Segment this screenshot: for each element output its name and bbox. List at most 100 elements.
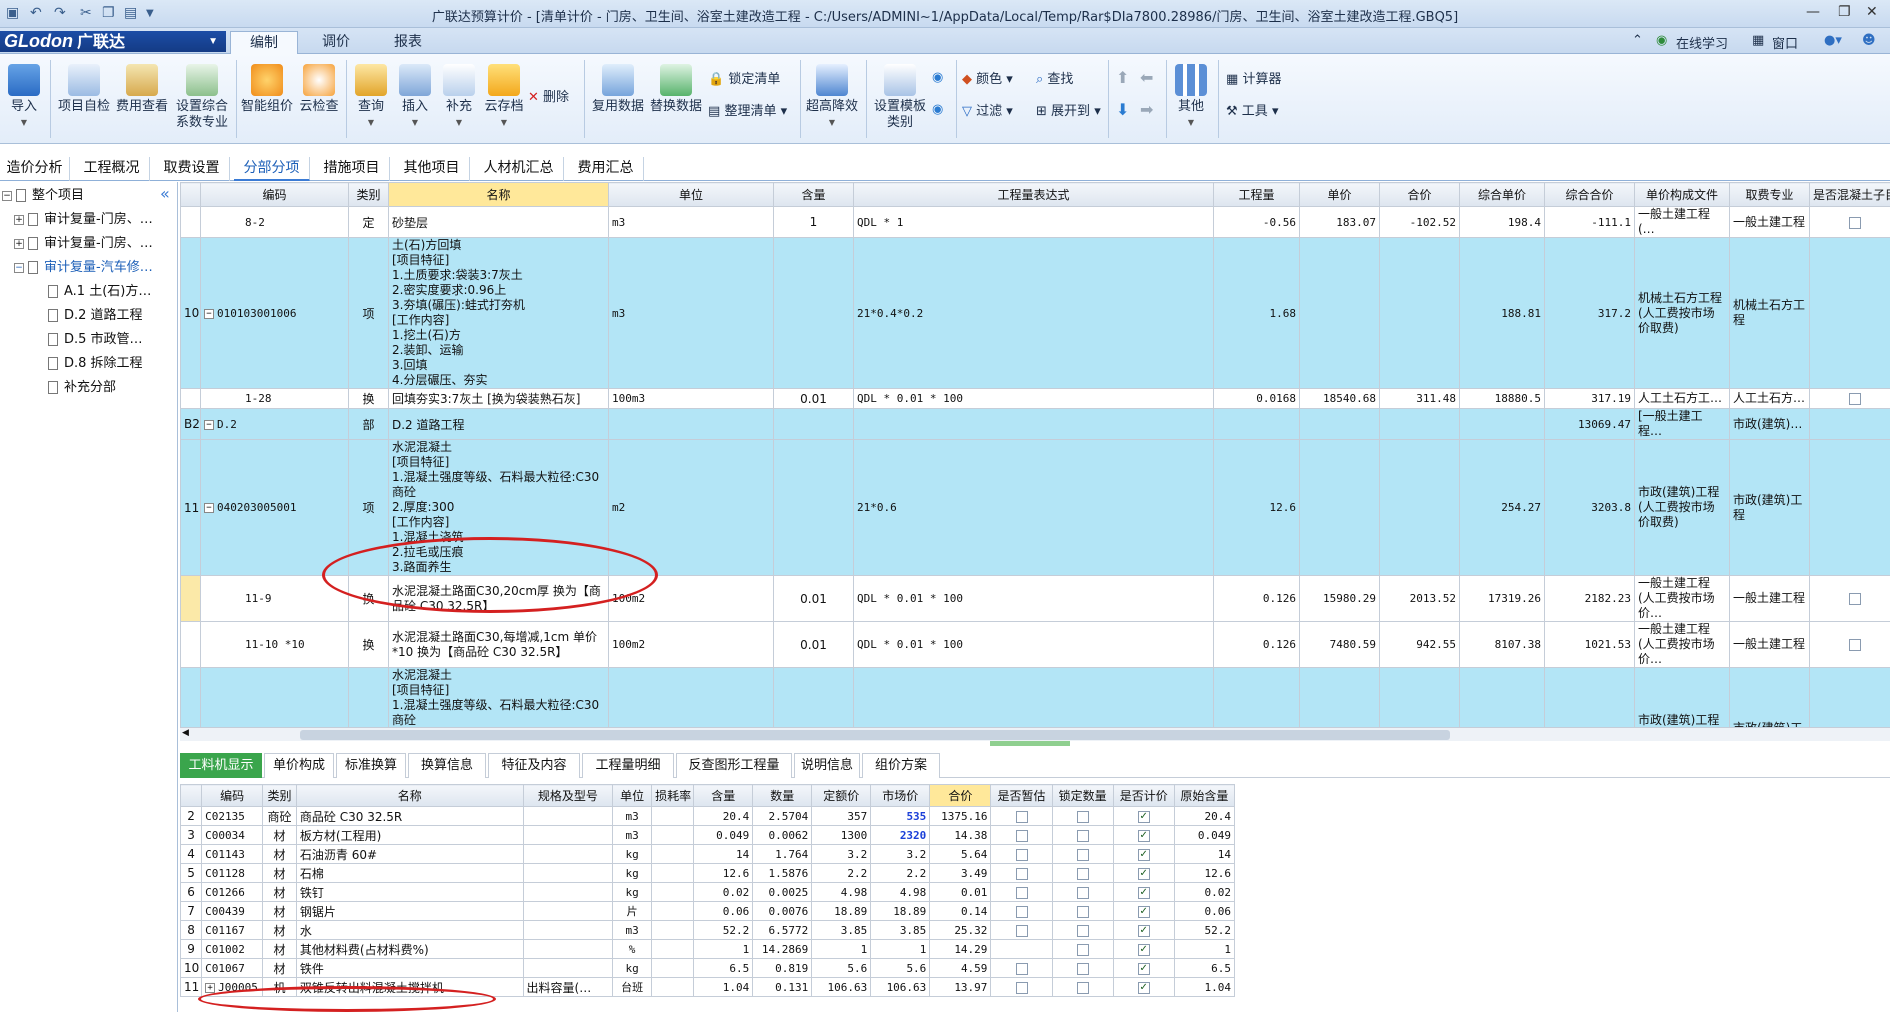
- fee-view-button[interactable]: 费用查看: [114, 64, 170, 115]
- cell-unit_total[interactable]: 17319.26: [1459, 575, 1545, 622]
- over-height-button[interactable]: 超高降效 ▼: [804, 64, 860, 131]
- col-header-name[interactable]: 名称: [388, 182, 609, 207]
- cell-type[interactable]: 材: [262, 825, 297, 845]
- bottom-col-header[interactable]: 市场价: [870, 784, 931, 807]
- cell-name[interactable]: 石油沥青 60#: [295, 844, 524, 864]
- cell-sum[interactable]: 13069.47: [1544, 408, 1635, 440]
- cell-total[interactable]: 311.48: [1379, 388, 1460, 409]
- insert-button[interactable]: 插入 ▼: [394, 64, 436, 131]
- cell-qty[interactable]: 1.5876: [752, 863, 813, 883]
- expand-icon[interactable]: +: [14, 238, 24, 249]
- cell-prof[interactable]: 机械土石方工程: [1729, 237, 1810, 389]
- cell-quota[interactable]: 1300: [811, 825, 872, 845]
- cell-orig-content[interactable]: 0.06: [1173, 901, 1235, 921]
- cell-total[interactable]: -102.52: [1379, 206, 1460, 238]
- checkbox[interactable]: [1015, 810, 1028, 823]
- cell-quota[interactable]: 2.2: [811, 863, 872, 883]
- cell-qty[interactable]: 19.2: [1213, 667, 1300, 727]
- cell-sum[interactable]: 2182.23: [1544, 575, 1635, 622]
- col-header-composite-unit-price[interactable]: 综合单价: [1459, 182, 1545, 207]
- cell-no[interactable]: [180, 388, 201, 409]
- cell-market[interactable]: 106.63: [870, 977, 931, 997]
- cell-type[interactable]: 定: [348, 206, 389, 238]
- checkbox[interactable]: [1076, 981, 1089, 994]
- checkbox[interactable]: ✓: [1137, 886, 1150, 899]
- cell-content[interactable]: 1.04: [693, 977, 754, 997]
- cell-lock-qty[interactable]: [1051, 901, 1114, 921]
- bottom-col-header[interactable]: 是否暂估: [990, 784, 1053, 807]
- cell-expr[interactable]: 32*0.6: [853, 667, 1214, 727]
- cell-total[interactable]: 25.32: [929, 920, 992, 940]
- cell-total[interactable]: [1379, 408, 1460, 440]
- cell-orig-content[interactable]: 20.4: [1173, 806, 1235, 826]
- cell-prof[interactable]: 市政(建筑)工程: [1729, 439, 1810, 576]
- cell-lock-qty[interactable]: [1051, 882, 1114, 902]
- cell-orig-content[interactable]: 14: [1173, 844, 1235, 864]
- collapse-icon[interactable]: −: [204, 503, 214, 513]
- cell-prof[interactable]: 市政(建筑)工程: [1729, 667, 1810, 727]
- cell-total[interactable]: [1379, 439, 1460, 576]
- cell-unit[interactable]: m3: [612, 920, 653, 940]
- checkbox[interactable]: ✓: [1137, 829, 1150, 842]
- cell-price[interactable]: 18540.68: [1299, 388, 1380, 409]
- cell-total[interactable]: 1375.16: [929, 806, 992, 826]
- tab-description[interactable]: 说明信息: [794, 753, 860, 778]
- cell-code[interactable]: C01266: [201, 882, 264, 902]
- tab-pricing-plan[interactable]: 组价方案: [862, 753, 940, 778]
- tree-child[interactable]: D.5 市政管…: [48, 330, 143, 350]
- cell-prof[interactable]: 一般土建工程: [1729, 621, 1810, 668]
- cell-unit[interactable]: kg: [612, 863, 653, 883]
- cell-content[interactable]: [773, 408, 854, 440]
- cell-code[interactable]: C01002: [201, 939, 264, 959]
- checkbox[interactable]: [1015, 829, 1028, 842]
- cell-code[interactable]: C01167: [201, 920, 264, 940]
- tab-standard-conversion[interactable]: 标准换算: [336, 753, 406, 778]
- close-icon[interactable]: ✕: [1866, 4, 1878, 20]
- bottom-col-header[interactable]: 规格及型号: [522, 784, 614, 807]
- checkbox[interactable]: [1076, 943, 1089, 956]
- collapse-icon[interactable]: −: [204, 419, 214, 430]
- cell-estimated[interactable]: [990, 844, 1053, 864]
- cell-qty[interactable]: 6.5772: [752, 920, 813, 940]
- cell-loss[interactable]: [651, 977, 695, 997]
- set-fee-coefficient-button[interactable]: 设置综合 系数专业: [172, 64, 232, 131]
- cell-total[interactable]: 2013.52: [1379, 575, 1460, 622]
- col-header-type[interactable]: 类别: [348, 182, 389, 207]
- cell-priced[interactable]: ✓: [1112, 844, 1175, 864]
- cell-spec[interactable]: [522, 806, 614, 826]
- checkbox[interactable]: [1015, 867, 1028, 880]
- cell-name[interactable]: 砂垫层: [388, 206, 609, 238]
- cell-market[interactable]: 3.85: [870, 920, 931, 940]
- checkbox[interactable]: ✓: [1137, 848, 1150, 861]
- cell-market[interactable]: 2.2: [870, 863, 931, 883]
- cell-no[interactable]: 10: [180, 237, 201, 389]
- cell-spec[interactable]: [522, 882, 614, 902]
- checkbox[interactable]: ✓: [1137, 810, 1150, 823]
- bottom-col-header[interactable]: 数量: [752, 784, 813, 807]
- cell-price[interactable]: 15980.29: [1299, 575, 1380, 622]
- collapse-panel-icon[interactable]: «: [160, 184, 170, 203]
- cell-loss[interactable]: [651, 882, 695, 902]
- checkbox[interactable]: [1076, 848, 1089, 861]
- collapse-icon[interactable]: −: [204, 308, 214, 319]
- cell-orig-content[interactable]: 6.5: [1173, 958, 1235, 978]
- cell-no[interactable]: [180, 206, 201, 238]
- cell-content[interactable]: 1: [773, 206, 854, 238]
- cell-spec[interactable]: [522, 958, 614, 978]
- cell-loss[interactable]: [651, 825, 695, 845]
- material-row[interactable]: 8 C01167 材水 m3 52.2 6.5772 3.85 3.85 25.32 ✓ 52.2: [180, 920, 1235, 940]
- cell-type[interactable]: 换: [348, 621, 389, 668]
- cell-unit[interactable]: 台班: [612, 977, 653, 997]
- tab-reverse-graphic-quantity[interactable]: 反查图形工程量: [676, 753, 792, 778]
- bottom-col-header[interactable]: 合价: [929, 784, 992, 807]
- cell-spec[interactable]: 出料容量(…: [522, 977, 614, 997]
- import-button[interactable]: 导入 ▼: [4, 64, 44, 131]
- cell-expr[interactable]: QDL * 0.01 * 100: [853, 388, 1214, 409]
- cell-market[interactable]: 1: [870, 939, 931, 959]
- cell-file[interactable]: 机械土石方工程(人工费按市场价取费): [1634, 237, 1730, 389]
- cell-name[interactable]: 商品砼 C30 32.5R: [295, 806, 524, 826]
- cell-qty[interactable]: 0.0168: [1213, 388, 1300, 409]
- cell-total[interactable]: 0.01: [929, 882, 992, 902]
- cell-no[interactable]: [180, 575, 201, 622]
- query-button[interactable]: 查询 ▼: [350, 64, 392, 131]
